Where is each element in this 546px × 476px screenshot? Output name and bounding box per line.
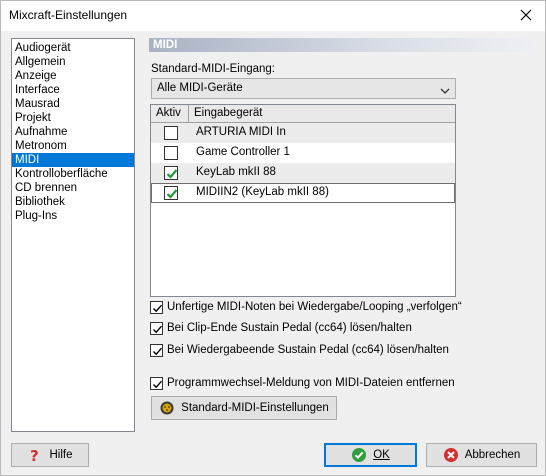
option-label-clip-end-sustain[interactable]: Bei Clip-Ende Sustain Pedal (cc64) lösen…	[167, 322, 412, 334]
nav-item-projekt[interactable]: Projekt	[12, 111, 134, 125]
green-check-icon	[166, 169, 178, 179]
option-label-remove-program-change[interactable]: Programmwechsel-Meldung von MIDI-Dateien…	[167, 377, 455, 389]
option-label-track-notes[interactable]: Unfertige MIDI-Noten bei Wiedergabe/Loop…	[167, 301, 462, 313]
settings-window: Mixcraft-Einstellungen Audiogerät Allgem…	[0, 0, 546, 476]
column-header-eingabegeraet[interactable]: Eingabegerät	[189, 105, 455, 122]
settings-category-list[interactable]: Audiogerät Allgemein Anzeige Interface M…	[11, 38, 135, 432]
column-header-aktiv[interactable]: Aktiv	[151, 105, 189, 122]
table-row[interactable]: ARTURIA MIDI In	[151, 123, 455, 143]
nav-item-interface[interactable]: Interface	[12, 83, 134, 97]
standard-midi-settings-button[interactable]: Standard-MIDI-Einstellungen	[151, 396, 337, 420]
window-title: Mixcraft-Einstellungen	[9, 8, 128, 22]
midi-plug-icon	[159, 400, 175, 416]
option-label-playback-end-sustain[interactable]: Bei Wiedergabeende Sustain Pedal (cc64) …	[167, 344, 449, 356]
midi-input-value: Alle MIDI-Geräte	[157, 82, 243, 94]
standard-midi-settings-label: Standard-MIDI-Einstellungen	[181, 402, 329, 414]
device-name: ARTURIA MIDI In	[196, 126, 286, 138]
ok-button[interactable]: OK	[324, 443, 417, 467]
option-checkbox-track-notes[interactable]	[150, 301, 163, 314]
check-icon	[153, 380, 163, 389]
midi-device-table[interactable]: Aktiv Eingabegerät ARTURIA MIDI In Game …	[150, 104, 456, 297]
midi-input-select[interactable]: Alle MIDI-Geräte	[151, 78, 456, 99]
ok-label: OK	[373, 449, 390, 461]
table-row[interactable]: KeyLab mkII 88	[151, 163, 455, 183]
device-name: Game Controller 1	[196, 146, 290, 158]
check-icon	[153, 325, 163, 334]
nav-item-anzeige[interactable]: Anzeige	[12, 69, 134, 83]
device-name: MIDIIN2 (KeyLab mkII 88)	[196, 186, 329, 198]
close-icon[interactable]	[517, 6, 535, 24]
chevron-down-icon	[440, 84, 450, 98]
nav-item-aufnahme[interactable]: Aufnahme	[12, 125, 134, 139]
help-label: Hilfe	[49, 449, 73, 461]
option-checkbox-clip-end-sustain[interactable]	[150, 322, 163, 335]
check-circle-icon	[351, 447, 367, 463]
nav-item-cd-brennen[interactable]: CD brennen	[12, 181, 134, 195]
table-row[interactable]: Game Controller 1	[151, 143, 455, 163]
help-button[interactable]: ? Hilfe	[11, 443, 89, 467]
question-mark-icon: ?	[27, 447, 43, 465]
green-check-icon	[166, 189, 178, 199]
table-row[interactable]: MIDIIN2 (KeyLab mkII 88)	[151, 183, 455, 203]
nav-item-midi[interactable]: MIDI	[12, 153, 134, 167]
nav-item-metronom[interactable]: Metronom	[12, 139, 134, 153]
option-checkbox-remove-program-change[interactable]	[150, 377, 163, 390]
check-icon	[153, 347, 163, 356]
cancel-circle-icon	[443, 447, 459, 463]
midi-input-label: Standard-MIDI-Eingang:	[151, 63, 276, 75]
nav-item-kontrolloberflaeche[interactable]: Kontrolloberfläche	[12, 167, 134, 181]
nav-item-plug-ins[interactable]: Plug-Ins	[12, 209, 134, 223]
device-active-checkbox[interactable]	[164, 166, 178, 180]
nav-item-allgemein[interactable]: Allgemein	[12, 55, 134, 69]
title-bar: Mixcraft-Einstellungen	[1, 1, 545, 31]
device-name: KeyLab mkII 88	[196, 166, 276, 178]
nav-item-audiogeraet[interactable]: Audiogerät	[12, 41, 134, 55]
table-header: Aktiv Eingabegerät	[151, 105, 455, 123]
nav-item-bibliothek[interactable]: Bibliothek	[12, 195, 134, 209]
device-active-checkbox[interactable]	[164, 126, 178, 140]
cancel-button[interactable]: Abbrechen	[426, 443, 537, 467]
nav-item-mausrad[interactable]: Mausrad	[12, 97, 134, 111]
device-active-checkbox[interactable]	[164, 146, 178, 160]
check-icon	[153, 304, 163, 313]
section-header: MIDI	[149, 38, 535, 52]
svg-text:?: ?	[30, 447, 39, 463]
device-active-checkbox[interactable]	[164, 186, 178, 200]
section-title: MIDI	[153, 39, 178, 51]
cancel-label: Abbrechen	[464, 449, 521, 461]
option-checkbox-playback-end-sustain[interactable]	[150, 344, 163, 357]
